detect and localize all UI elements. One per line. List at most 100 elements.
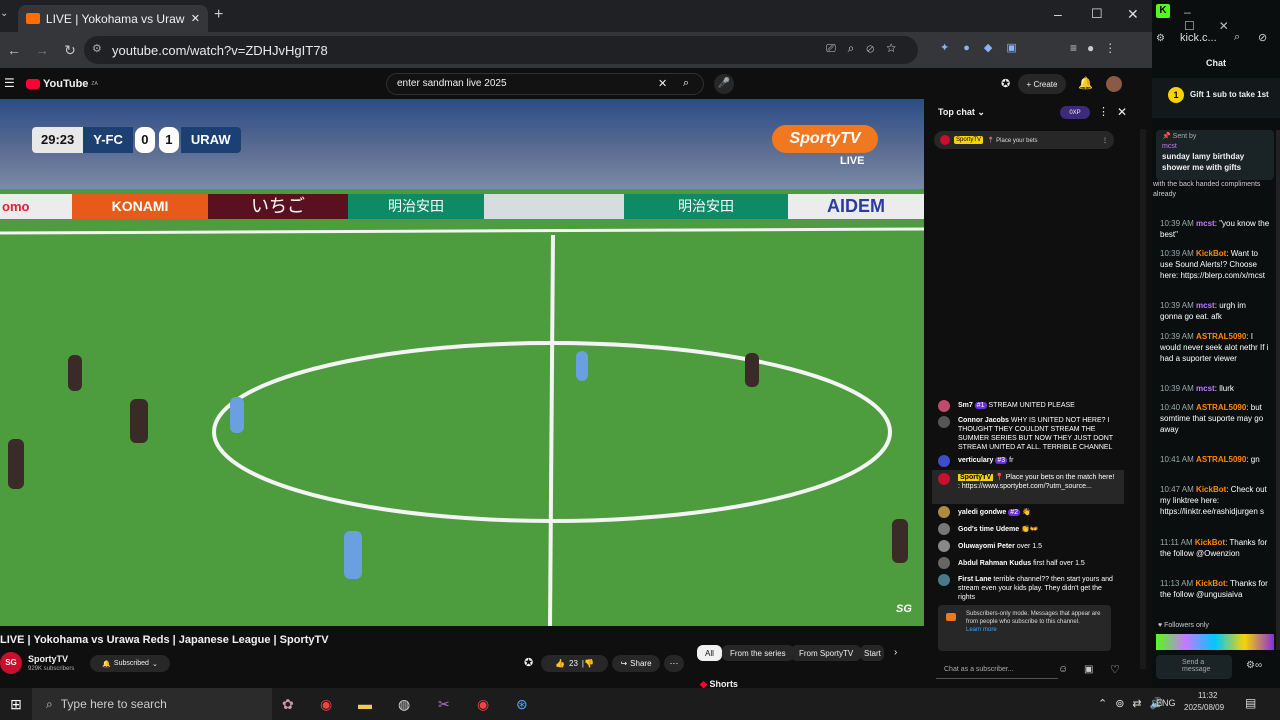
xp-badge[interactable]: 0XP (1060, 106, 1090, 119)
extension-icons[interactable]: ✦●◆▣ (940, 41, 1031, 54)
gift-banner[interactable]: 1 Gift 1 sub to take 1st (1152, 78, 1280, 118)
ad-board (484, 194, 624, 219)
chevron-right-icon[interactable]: › (894, 647, 897, 658)
list-item: 10:39 AM mcst: llurk (1160, 384, 1234, 393)
url-field[interactable]: ⚙ youtube.com/watch?v=ZDHJvHgIT78 ⎚⌕⊘☆ (84, 36, 918, 64)
close-chat-icon[interactable]: ✕ (1117, 105, 1127, 119)
video-player[interactable]: omo KONAMI いちご 明治安田 明治安田 AIDEM 29:23 Y-F… (0, 99, 924, 626)
list-item: yaledi gondwe #2 👋 (958, 508, 1118, 517)
create-button[interactable]: + Create (1018, 74, 1066, 94)
clear-search-icon[interactable]: ✕ (658, 77, 667, 90)
kick-window-controls[interactable]: –☐✕ (1184, 5, 1280, 33)
back-icon[interactable]: ← (0, 42, 28, 58)
hype-icon[interactable]: ✪ (524, 656, 533, 669)
kick-settings-icon[interactable]: ⚙ (1156, 33, 1165, 44)
tab-search-icon[interactable]: ⌄ (0, 8, 8, 19)
site-info-icon[interactable]: ⚙ (92, 42, 102, 55)
taskbar-search-input[interactable]: ⌕ Type here to search (32, 688, 272, 720)
chat-scrollbar[interactable] (1140, 129, 1146, 669)
notification-center-icon[interactable]: ▤ (1245, 696, 1256, 710)
like-button[interactable]: 👍 23 |👎 (541, 655, 608, 672)
emote-strip[interactable] (1156, 634, 1274, 650)
avatar[interactable] (1106, 76, 1122, 92)
player (892, 519, 908, 563)
chip-all[interactable]: All (697, 645, 722, 661)
message-user: KickBot (1196, 485, 1227, 494)
message-time: 10:39 AM (1160, 249, 1194, 258)
learn-more-link[interactable]: Learn more (966, 627, 997, 633)
message-user: KickBot (1194, 538, 1226, 547)
youtube-logo[interactable]: YouTube ZA (26, 78, 98, 90)
kick-settings-chat-icon[interactable]: ⚙∞ (1246, 660, 1262, 671)
minimize-button[interactable]: – (1054, 6, 1062, 22)
message-user: ASTRAL5090 (1196, 403, 1247, 412)
channel-name[interactable]: SportyTV (28, 654, 68, 664)
clock-time[interactable]: 11:32 (1198, 691, 1217, 700)
chat-username: Oluwayomi Peter (958, 543, 1015, 550)
notice-text: Subscribers-only mode. Messages that app… (966, 611, 1101, 625)
more-actions-button[interactable]: ⋯ (664, 655, 684, 672)
message-text: llurk (1219, 384, 1234, 393)
list-item: 10:40 AM ASTRAL5090: but somtime that su… (1160, 403, 1264, 434)
share-button[interactable]: ↪ Share (612, 655, 660, 672)
search-icon[interactable]: ⌕ (683, 77, 689, 90)
kick-scrollbar[interactable] (1276, 130, 1280, 650)
avatar (938, 574, 950, 586)
taskbar-search-placeholder: Type here to search (60, 697, 167, 711)
chip-from-sportytv[interactable]: From SportyTV (791, 645, 862, 661)
like-chat-icon[interactable]: ♡ (1110, 663, 1120, 676)
pinned-message[interactable]: SportyTV 📍 Place your bets ⋮ (934, 131, 1114, 149)
chat-username: God's time Udeme (958, 526, 1020, 533)
chip-start[interactable]: Start (860, 645, 884, 661)
broadcaster-logo: SportyTV (772, 125, 878, 153)
cast-icon[interactable]: ✪ (1001, 77, 1010, 90)
profile-menu-icon[interactable]: ≡●⋮ (1070, 41, 1126, 55)
tab-title: LIVE | Yokohama vs Urawa R (45, 11, 185, 26)
chip-from-series[interactable]: From the series (722, 645, 794, 661)
pinned-menu-icon[interactable]: ⋮ (1102, 137, 1108, 144)
ad-board: KONAMI (72, 194, 208, 219)
steam-icon[interactable]: ⊛ (516, 696, 528, 713)
chat-input[interactable]: Chat as a subscriber... (936, 661, 1058, 679)
chat-input-placeholder: Chat as a subscriber... (944, 666, 1014, 673)
notifications-icon[interactable]: 🔔 (1078, 76, 1093, 90)
browser-tab[interactable]: LIVE | Yokohama vs Urawa R ✕ (18, 5, 208, 32)
url-actions-icon[interactable]: ⎚⌕⊘☆ (826, 41, 908, 56)
pinned-message[interactable]: 📌 Sent by mcst sunday lamy birthday show… (1156, 130, 1274, 180)
chat-mode-label: Top chat (938, 107, 975, 117)
chat-mode-dropdown[interactable]: Top chat ⌄ (938, 107, 985, 118)
kick-hide-icon[interactable]: ⊘ (1258, 31, 1267, 44)
voice-search-icon[interactable]: 🎤 (714, 74, 734, 94)
kick-chat-input[interactable]: Send a message (1156, 655, 1232, 679)
player (230, 397, 244, 433)
chat-menu-icon[interactable]: ⋮ (1098, 105, 1109, 118)
clock-date[interactable]: 2025/08/09 (1184, 703, 1224, 712)
forward-icon[interactable]: → (28, 42, 56, 58)
kick-search-icon[interactable]: ⌕ (1234, 31, 1240, 44)
super-chat-icon[interactable]: ▣ (1084, 664, 1093, 675)
chrome-active-icon[interactable]: ◉ (477, 696, 489, 713)
search-input[interactable]: enter sandman live 2025 (386, 73, 704, 95)
tab-close-icon[interactable]: ✕ (191, 12, 200, 25)
chat-text: 👋 (1021, 509, 1031, 516)
start-icon[interactable]: ⊞ (0, 696, 32, 713)
player (130, 399, 148, 443)
close-window-button[interactable]: ✕ (1127, 6, 1139, 23)
language-indicator[interactable]: ENG (1156, 698, 1176, 708)
maximize-button[interactable]: ☐ (1091, 6, 1103, 22)
subscribed-button[interactable]: 🔔 Subscribed ⌄ (90, 655, 170, 672)
channel-avatar[interactable]: SG (0, 652, 22, 674)
youtube-logo-text: YouTube (43, 78, 89, 90)
file-explorer-icon[interactable]: ▬ (358, 696, 372, 712)
emoji-icon[interactable]: ☺ (1058, 664, 1068, 675)
chat-username: SportyTV (958, 474, 994, 481)
taskbar: ⊞ ⌕ Type here to search ✿ ◉ ▬ ◍ ✂ ◉ ⊛ ⌃⊚… (0, 688, 1280, 720)
menu-icon[interactable]: ☰ (4, 76, 15, 90)
reload-icon[interactable]: ↻ (56, 42, 84, 59)
copilot-icon[interactable]: ✿ (282, 696, 294, 713)
obs-icon[interactable]: ◍ (398, 696, 410, 713)
chrome-icon[interactable]: ◉ (320, 696, 332, 713)
snipping-tool-icon[interactable]: ✂ (438, 696, 450, 713)
new-tab-button[interactable]: + (214, 6, 223, 24)
kick-chat-title: Chat (1206, 58, 1226, 68)
